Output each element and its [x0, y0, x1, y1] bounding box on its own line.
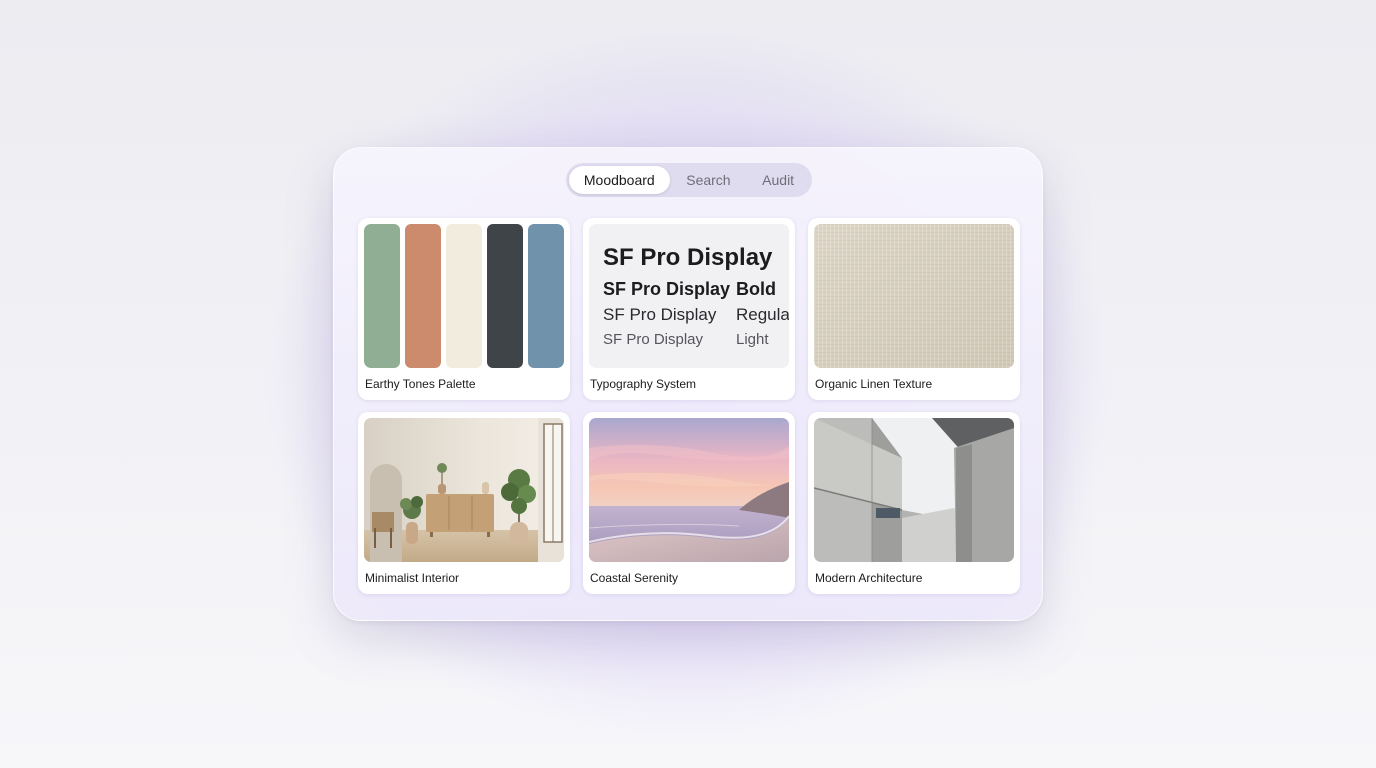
card-label: Organic Linen Texture — [815, 377, 933, 391]
card-coastal-serenity[interactable]: Coastal Serenity — [583, 412, 795, 594]
swatch-cream — [446, 224, 482, 368]
type-weight-light: Light — [736, 331, 769, 348]
type-sample-light: SF Pro Display — [603, 331, 704, 348]
swatch-slate-blue — [528, 224, 564, 368]
architecture-photo — [814, 418, 1014, 562]
linen-texture-image — [814, 224, 1014, 368]
tab-moodboard[interactable]: Moodboard — [569, 166, 670, 194]
card-label: Earthy Tones Palette — [365, 377, 476, 391]
card-organic-linen-texture[interactable]: Organic Linen Texture — [808, 218, 1020, 400]
swatch-sage — [364, 224, 400, 368]
card-label: Minimalist Interior — [365, 571, 460, 585]
card-modern-architecture[interactable]: Modern Architecture — [808, 412, 1020, 594]
type-weight-regular: Regula — [736, 305, 789, 324]
type-sample-bold: SF Pro Display — [603, 279, 731, 299]
segmented-tabs: Moodboard Search Audit — [566, 163, 812, 197]
card-earthy-tones-palette[interactable]: Earthy Tones Palette — [358, 218, 570, 400]
card-typography-system[interactable]: SF Pro Display SF Pro Display Bold SF Pr… — [583, 218, 795, 400]
swatch-charcoal — [487, 224, 523, 368]
tab-search[interactable]: Search — [670, 166, 748, 194]
swatch-terracotta — [405, 224, 441, 368]
type-weight-bold: Bold — [736, 279, 776, 299]
coastal-photo — [589, 418, 789, 562]
card-minimalist-interior[interactable]: Minimalist Interior — [358, 412, 570, 594]
palette-thumbnail — [364, 224, 564, 368]
moodboard-window: Moodboard Search Audit Earthy Tones Pale… — [333, 147, 1043, 621]
type-sample-regular: SF Pro Display — [603, 305, 717, 324]
card-label: Coastal Serenity — [590, 571, 679, 585]
type-sample-heading: SF Pro Display — [603, 244, 773, 271]
tab-audit[interactable]: Audit — [747, 166, 809, 194]
card-label: Typography System — [590, 377, 697, 391]
typography-thumbnail: SF Pro Display SF Pro Display Bold SF Pr… — [589, 224, 789, 368]
card-label: Modern Architecture — [815, 571, 923, 585]
interior-photo — [364, 418, 564, 562]
